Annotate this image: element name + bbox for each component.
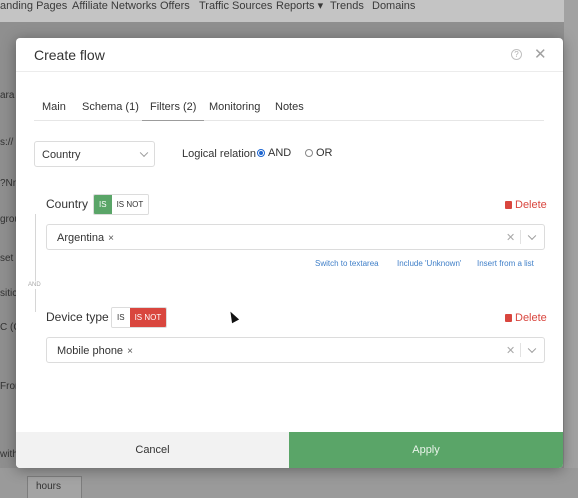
bg-hours-tab[interactable]: hours — [27, 476, 82, 498]
trash-icon — [505, 201, 512, 209]
toggle-is-button[interactable]: IS — [94, 195, 112, 214]
value-chip-label: Mobile phone — [57, 345, 124, 357]
filter-type-value: Country — [42, 149, 81, 161]
background-right-panel — [564, 0, 578, 498]
tab-schema[interactable]: Schema (1) — [74, 94, 147, 121]
bg-nav-item-domains[interactable]: Domains — [372, 0, 415, 13]
filter-type-select[interactable]: Country — [34, 141, 155, 167]
delete-label: Delete — [515, 199, 547, 211]
modal-header: Create flow ? ✕ — [16, 38, 563, 72]
modal-footer: Cancel Apply — [16, 432, 563, 468]
create-flow-modal: Create flow ? ✕ Main Schema (1) Filters … — [16, 38, 563, 468]
filter-device-type-title: Device type — [46, 310, 109, 324]
tab-main[interactable]: Main — [34, 94, 74, 121]
toggle-is-not-button[interactable]: IS NOT — [129, 308, 167, 327]
tab-notes[interactable]: Notes — [267, 94, 312, 121]
value-chip-label: Argentina — [57, 232, 105, 244]
trash-icon — [505, 314, 512, 322]
tab-filters[interactable]: Filters (2) — [142, 94, 205, 121]
toggle-is-button[interactable]: IS — [112, 308, 130, 327]
radio-and-label[interactable]: AND — [268, 147, 291, 159]
tab-bar: Main Schema (1) Filters (2) Monitoring N… — [34, 94, 544, 121]
delete-label: Delete — [515, 312, 547, 324]
cancel-button[interactable]: Cancel — [16, 432, 289, 468]
include-unknown-link[interactable]: Include 'Unknown' — [397, 259, 461, 268]
background-bottom-bar — [0, 468, 578, 498]
bg-nav-item-reports[interactable]: Reports ▾ — [276, 0, 323, 13]
bg-nav-item-trends[interactable]: Trends — [330, 0, 364, 13]
modal-title: Create flow — [34, 47, 105, 63]
chip-remove-icon[interactable]: × — [127, 346, 133, 357]
background-nav-bar: anding Pages Affiliate Networks Offers T… — [0, 0, 578, 22]
radio-and[interactable] — [257, 149, 265, 157]
filter-device-type-toggle: IS IS NOT — [111, 307, 168, 328]
separator — [520, 230, 521, 244]
close-icon[interactable]: ✕ — [534, 45, 547, 63]
filter-country-title: Country — [46, 197, 89, 211]
separator — [520, 343, 521, 357]
apply-button[interactable]: Apply — [289, 432, 563, 468]
help-icon[interactable]: ? — [511, 49, 522, 60]
bg-side-fragment: sitic — [0, 288, 18, 299]
chip-remove-icon[interactable]: × — [108, 233, 114, 244]
bg-side-fragment: ara — [0, 90, 15, 101]
bg-nav-item-affiliate-networks[interactable]: Affiliate Networks — [72, 0, 157, 13]
filter-country-values-input[interactable]: Argentina × ✕ — [46, 224, 545, 250]
clear-icon[interactable]: ✕ — [506, 344, 515, 357]
switch-to-textarea-link[interactable]: Switch to textarea — [315, 259, 379, 268]
chevron-down-icon[interactable] — [527, 231, 537, 241]
radio-or[interactable] — [305, 149, 313, 157]
bg-side-fragment: set — [0, 253, 14, 264]
logical-relation-label: Logical relation — [182, 148, 256, 160]
and-connector-label: AND — [28, 281, 41, 289]
value-chip: Argentina × — [57, 232, 114, 244]
filter-device-type-delete-button[interactable]: Delete — [505, 312, 547, 324]
insert-from-list-link[interactable]: Insert from a list — [477, 259, 534, 268]
value-chip: Mobile phone × — [57, 345, 133, 357]
bg-nav-item-landing-pages[interactable]: anding Pages — [0, 0, 67, 13]
filter-device-type-values-input[interactable]: Mobile phone × ✕ — [46, 337, 545, 363]
filter-country-delete-button[interactable]: Delete — [505, 199, 547, 211]
chevron-down-icon — [139, 148, 149, 158]
toggle-is-not-button[interactable]: IS NOT — [111, 195, 149, 214]
bg-side-fragment: s:// — [0, 137, 14, 148]
clear-icon[interactable]: ✕ — [506, 231, 515, 244]
radio-or-label[interactable]: OR — [316, 147, 333, 159]
filter-country-toggle: IS IS NOT — [93, 194, 150, 215]
bg-nav-item-offers[interactable]: Offers — [160, 0, 190, 13]
and-connector-line — [35, 214, 36, 312]
bg-nav-item-traffic-sources[interactable]: Traffic Sources — [199, 0, 272, 13]
tab-monitoring[interactable]: Monitoring — [201, 94, 268, 121]
chevron-down-icon[interactable] — [527, 344, 537, 354]
